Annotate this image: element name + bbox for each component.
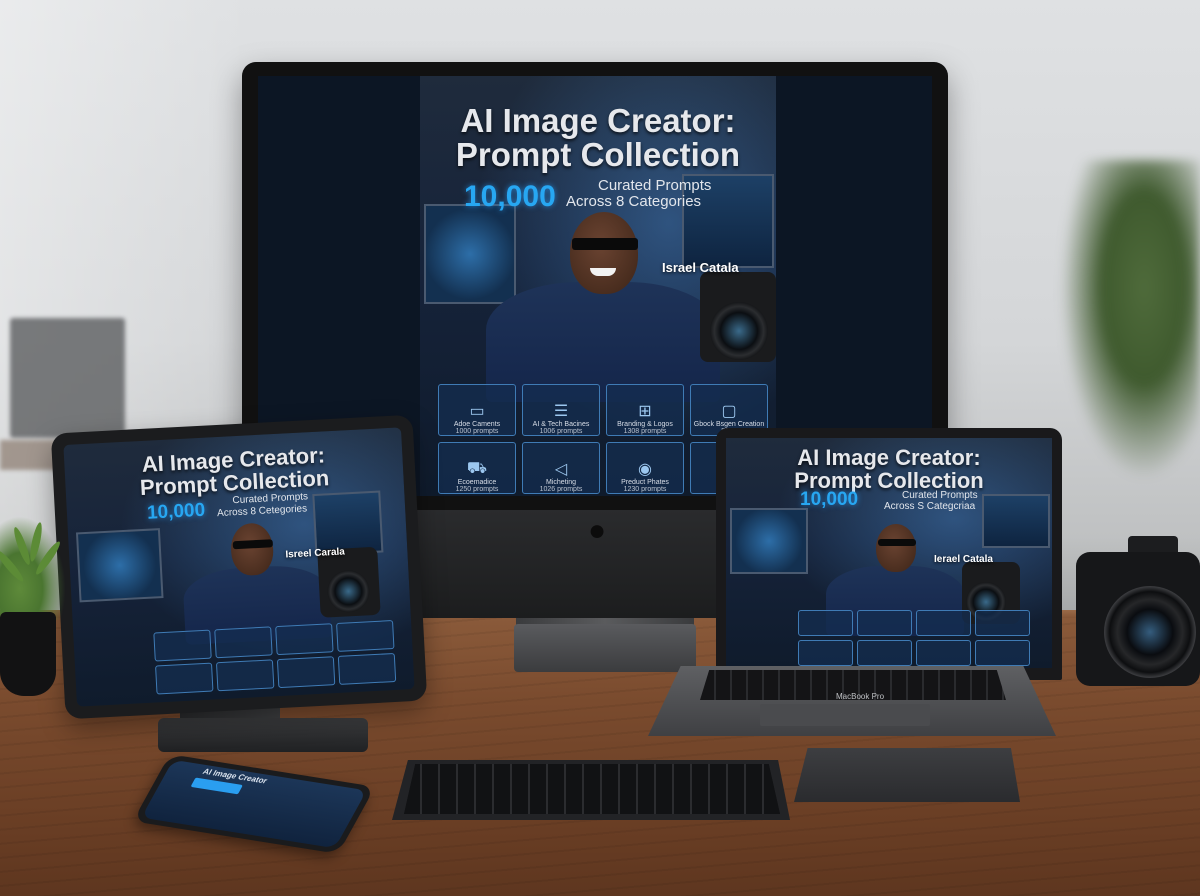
- laptop-model-label: MacBook Pro: [836, 692, 885, 701]
- category-tile: [275, 623, 334, 656]
- poster-person-glasses: [572, 238, 638, 250]
- poster-brain-monitor: [730, 508, 808, 574]
- tablet-prompt-count: 10,000: [146, 499, 206, 524]
- tablet: AI Image Creator: Prompt Collection 10,0…: [50, 414, 428, 720]
- laptop-lid: AI Image Creator: Prompt Collection 10,0…: [716, 428, 1062, 680]
- megaphone-icon: ◁: [554, 461, 568, 478]
- category-tile: [916, 640, 971, 666]
- poster-camera-lens: [710, 302, 768, 360]
- poster-brain-monitor: [424, 204, 516, 304]
- category-tile: ⛟ Ecoemadice 1250 prompts: [438, 442, 516, 494]
- category-tile: ⊞ Branding & Logos 1308 prompts: [606, 384, 684, 436]
- category-tile: [975, 610, 1030, 636]
- category-tile: ☰ AI & Tech Bacines 1006 prompts: [522, 384, 600, 436]
- category-tile: [215, 659, 275, 692]
- poster-prompt-count: 10,000: [464, 180, 556, 213]
- laptop-title-line2: Prompt Collection: [794, 468, 984, 493]
- dslr-camera: [1076, 536, 1200, 686]
- poster-data-monitor: [982, 494, 1050, 548]
- monitor-icon: ▢: [721, 403, 737, 420]
- cart-icon: ⛟: [466, 460, 488, 477]
- apple-logo-icon: ●: [588, 514, 607, 547]
- category-tile: ◉ Preduct Phates 1230 prompts: [606, 442, 684, 494]
- laptop-subtitle-line2: Across S Categcriaa: [884, 501, 976, 512]
- background-plant: [1060, 160, 1200, 480]
- category-tile: [798, 610, 853, 636]
- server-icon: ☰: [553, 403, 569, 420]
- category-tile: [857, 610, 912, 636]
- category-tile: [336, 620, 395, 652]
- billboard-icon: ▭: [469, 403, 485, 420]
- poster-subtitle-line2: Across 8 Categories: [566, 193, 702, 210]
- category-tile: [276, 656, 336, 689]
- magic-trackpad: [794, 748, 1020, 802]
- poster-author-name: Israel Catala: [662, 260, 739, 275]
- desk-scene: AI Image Creator: Prompt Collection 10,0…: [0, 0, 1200, 896]
- category-tile: [857, 640, 912, 666]
- plant-leaf: [11, 525, 33, 567]
- category-tile: [153, 629, 212, 662]
- category-tile: [155, 662, 214, 695]
- poster-title-line1: AI Image Creator:: [460, 102, 736, 139]
- laptop-title-line1: AI Image Creator:: [797, 445, 981, 470]
- poster-person-glasses: [878, 539, 916, 546]
- background-speaker: [10, 318, 125, 438]
- laptop-author-name: Ierael Catala: [934, 554, 993, 565]
- category-tile: [798, 640, 853, 666]
- laptop-prompt-count: 10,000: [800, 489, 859, 510]
- tablet-poster: AI Image Creator: Prompt Collection 10,0…: [63, 427, 415, 707]
- poster-brain-monitor: [75, 528, 164, 603]
- laptop-poster: AI Image Creator: Prompt Collection 10,0…: [726, 438, 1052, 668]
- category-tile: ◁ Micheting 1026 prompts: [522, 442, 600, 494]
- poster-data-monitor: [312, 490, 384, 556]
- tablet-stand-foot: [158, 718, 368, 752]
- poster-person-head: [876, 524, 916, 572]
- plant-pot: [0, 612, 56, 696]
- keyboard-keys: [404, 764, 780, 814]
- category-tile: [916, 610, 971, 636]
- poster-title-line2: Prompt Collection: [455, 136, 741, 173]
- camera-icon: ◉: [638, 461, 652, 478]
- category-tile: [214, 626, 273, 659]
- poster-person-head: [570, 212, 638, 294]
- plant-leaf: [27, 521, 45, 563]
- category-tile: [975, 640, 1030, 666]
- laptop-trackpad: [760, 704, 930, 726]
- sitemap-icon: ⊞: [638, 403, 652, 420]
- tablet-category-grid: [153, 620, 397, 695]
- potted-plant: [0, 516, 66, 620]
- laptop-subtitle-line1: Curated Prompts: [902, 490, 978, 501]
- poster-subtitle-line1: Curated Prompts: [598, 177, 712, 194]
- imac-stand-foot: [514, 624, 696, 672]
- camera-lens-icon: [1104, 586, 1196, 678]
- category-tile: ▭ Adoe Caments 1000 prompts: [438, 384, 516, 436]
- poster-person-smile: [590, 268, 616, 276]
- category-tile: [337, 652, 397, 685]
- laptop-category-grid: [798, 610, 1030, 666]
